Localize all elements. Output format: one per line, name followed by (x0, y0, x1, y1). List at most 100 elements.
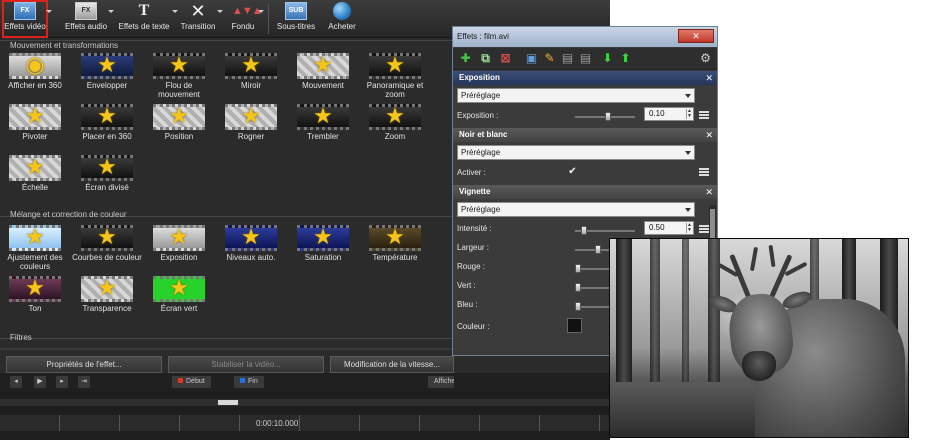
effects-panel-title: Effets : film.avi (457, 32, 509, 41)
motion-effect-item[interactable]: ★ Trembler (292, 104, 354, 152)
slider-knob[interactable] (575, 302, 581, 311)
effect-thumbnail: ★ (153, 225, 205, 251)
vignette-group-header[interactable]: Vignette ✕ (453, 185, 717, 199)
remove-vignette-icon[interactable]: ✕ (705, 185, 713, 199)
display-button[interactable]: Afficher (428, 376, 454, 388)
speed-change-button[interactable]: Modification de la vitesse... (330, 356, 454, 373)
timeline-ruler[interactable] (0, 415, 610, 431)
bw-group-header[interactable]: Noir et blanc ✕ (453, 128, 717, 142)
color-effect-item[interactable]: ★ Saturation (292, 225, 354, 273)
color-swatch[interactable] (567, 318, 582, 333)
color-effect-item[interactable]: ★ Ajustement des couleurs (4, 225, 66, 273)
fade-button[interactable]: ▲▼▲ Fondu (228, 2, 264, 36)
color-effect-item[interactable]: ★ Courbes de couleur (72, 225, 142, 273)
skip-back-icon[interactable]: ◂ (10, 376, 22, 388)
bw-menu-icon[interactable] (699, 168, 709, 176)
motion-effect-item[interactable]: ★ Flou de mouvement (148, 53, 210, 101)
star-icon: ★ (169, 53, 189, 78)
set-start-button[interactable]: Début (172, 376, 211, 388)
filters-section-title: Filtres (10, 333, 32, 342)
subtitles-button[interactable]: SUB Sous-titres (276, 2, 316, 36)
exposure-preset-select[interactable]: Préréglage (457, 88, 695, 103)
motion-effect-item[interactable]: ★ Échelle (4, 155, 66, 203)
intensity-value: 0.50 (649, 223, 665, 232)
exposure-value-input[interactable]: 0.10 ▲ ▼ (644, 107, 694, 121)
save-icon[interactable]: ▣ (525, 52, 538, 65)
exposure-slider[interactable] (575, 112, 635, 121)
intensity-slider[interactable] (575, 226, 635, 235)
spin-arrows-icon[interactable]: ▲ ▼ (686, 223, 692, 233)
intensity-value-input[interactable]: 0.50 ▲ ▼ (644, 221, 694, 235)
buy-button[interactable]: Acheter (326, 2, 358, 36)
effect-label: Afficher en 360 (8, 81, 62, 90)
color-effect-item[interactable]: ★ Ton (4, 276, 66, 324)
edit-pencil-icon[interactable]: ✎ (543, 52, 556, 65)
color-effect-item[interactable]: ★ Niveaux auto. (220, 225, 282, 273)
skip-forward-icon[interactable]: ⇥ (78, 376, 90, 388)
motion-effect-item[interactable]: ★ Pivoter (4, 104, 66, 152)
video-effects-button[interactable]: FX Effets vidéo (2, 0, 52, 38)
motion-effect-item[interactable]: ★ Envelopper (76, 53, 138, 101)
exposure-group-header[interactable]: Exposition ✕ (453, 71, 717, 85)
star-icon: ★ (385, 53, 405, 78)
motion-effect-item[interactable]: ★ Position (148, 104, 210, 152)
color-section-title: Mélange et correction de couleur (10, 210, 127, 219)
slider-knob[interactable] (575, 283, 581, 292)
color-effect-item[interactable]: ★ Transparence (76, 276, 138, 324)
deer-antler (729, 253, 752, 301)
settings-icon[interactable]: ⚙ (699, 52, 712, 65)
transition-button[interactable]: ✕ Transition (179, 2, 223, 36)
film-strip-icon[interactable]: ▤ (579, 52, 592, 65)
move-down-icon[interactable]: ⬇ (601, 52, 614, 65)
slider-knob[interactable] (595, 245, 601, 254)
deer-antler (768, 244, 776, 268)
remove-effect-icon[interactable]: ⊠ (499, 52, 512, 65)
exposure-group-title: Exposition (459, 73, 500, 82)
green-label: Vert : (457, 281, 476, 290)
slider-knob[interactable] (605, 112, 611, 121)
exposure-menu-icon[interactable] (699, 111, 709, 119)
intensity-menu-icon[interactable] (699, 225, 709, 233)
effect-thumbnail: ★ (9, 104, 61, 130)
width-label: Largeur : (457, 243, 490, 252)
transition-label: Transition (180, 22, 216, 31)
play-icon[interactable]: ▶ (34, 376, 46, 388)
timeline-scrollbar[interactable] (0, 399, 610, 406)
timeline[interactable]: 0:00:10.000 (0, 391, 610, 440)
add-effect-icon[interactable]: ✚ (459, 52, 472, 65)
step-forward-icon[interactable]: ▸ (56, 376, 68, 388)
color-effect-item[interactable]: ★ Exposition (148, 225, 210, 273)
effect-thumbnail: ★ (81, 225, 133, 251)
stabilize-video-button[interactable]: Stabiliser la vidéo... (168, 356, 324, 373)
spin-arrows-icon[interactable]: ▲ ▼ (686, 109, 692, 119)
motion-effect-item[interactable]: ★ Miroir (220, 53, 282, 101)
slider-knob[interactable] (575, 264, 581, 273)
color-effect-item[interactable]: ★ Écran vert (148, 276, 210, 324)
star-icon: ★ (313, 53, 333, 78)
motion-effect-item[interactable]: ★ Mouvement (292, 53, 354, 101)
effect-label: Position (164, 132, 194, 141)
motion-effect-item[interactable]: ★ Écran divisé (76, 155, 138, 203)
motion-effect-item[interactable]: ★ Placer en 360 (76, 104, 138, 152)
remove-bw-icon[interactable]: ✕ (705, 128, 713, 142)
motion-effect-item[interactable]: ◉ Afficher en 360 (4, 53, 66, 101)
move-up-icon[interactable]: ⬆ (619, 52, 632, 65)
add-effect-alt-icon[interactable]: ⧉ (479, 52, 492, 65)
motion-effect-item[interactable]: ★ Panoramique et zoom (364, 53, 426, 101)
vignette-preset-select[interactable]: Préréglage (457, 202, 695, 217)
motion-effect-item[interactable]: ★ Rogner (220, 104, 282, 152)
slider-knob[interactable] (581, 226, 587, 235)
close-button[interactable]: ✕ (678, 29, 714, 43)
motion-effect-item[interactable]: ★ Zoom (364, 104, 426, 152)
color-effect-item[interactable]: ★ Température (364, 225, 426, 273)
set-end-button[interactable]: Fin (234, 376, 264, 388)
effect-properties-button[interactable]: Propriétés de l'effet... (6, 356, 162, 373)
bw-activate-checkbox[interactable]: ✔ (567, 166, 578, 177)
remove-exposure-icon[interactable]: ✕ (705, 71, 713, 85)
effects-panel-titlebar[interactable]: Effets : film.avi ✕ (453, 27, 717, 47)
bw-preset-select[interactable]: Préréglage (457, 145, 695, 160)
film-strip-icon[interactable]: ▤ (561, 52, 574, 65)
text-effects-button[interactable]: T Effets de texte (116, 2, 178, 36)
scrollbar-thumb[interactable] (218, 400, 238, 405)
audio-effects-button[interactable]: FX Effets audio (64, 2, 114, 36)
